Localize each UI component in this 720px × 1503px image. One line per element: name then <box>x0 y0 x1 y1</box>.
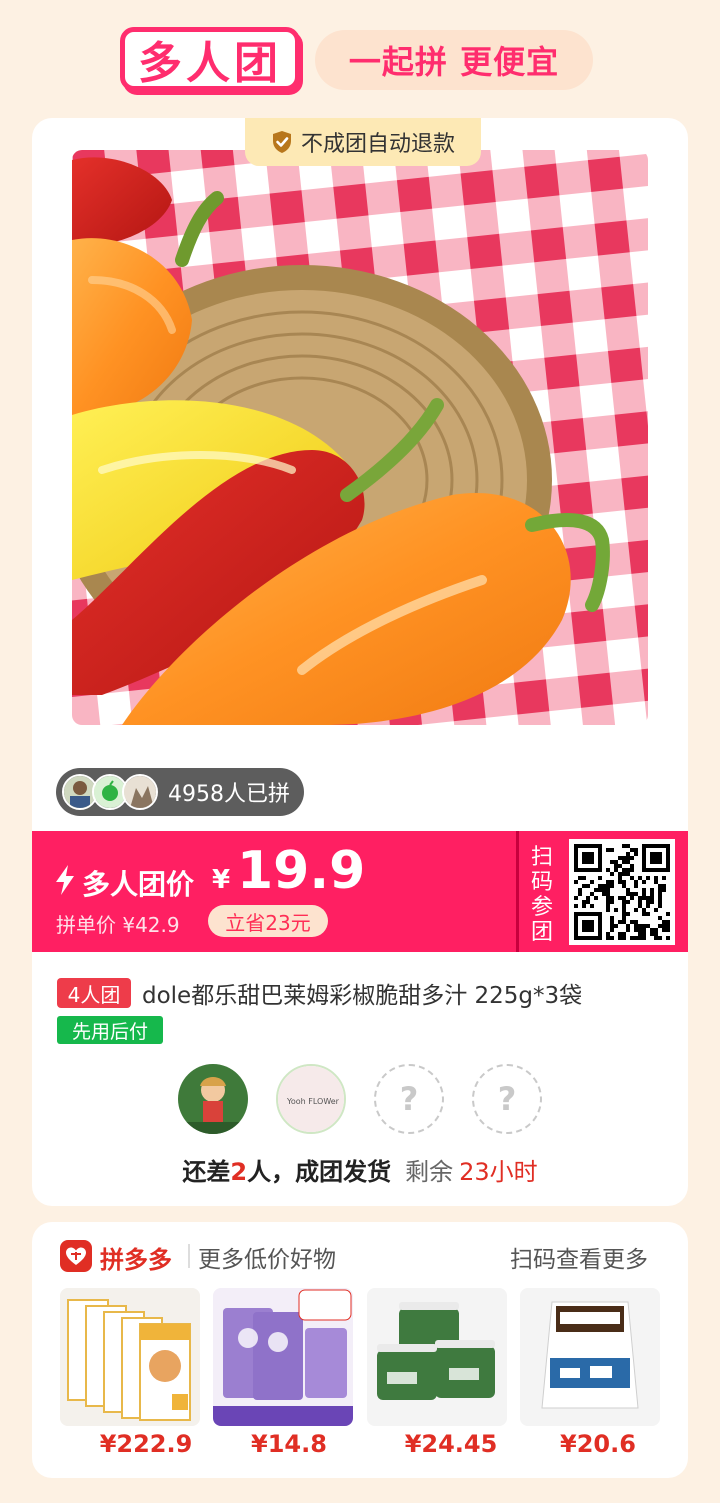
empty-member-slot[interactable]: ? <box>472 1064 542 1134</box>
empty-member-slot[interactable]: ? <box>374 1064 444 1134</box>
group-brand-text: 多人团 <box>138 38 282 89</box>
lightning-icon <box>56 865 74 895</box>
pay-later-tag: 先用后付 <box>57 1016 163 1044</box>
joined-count-pill: 4958人已拼 <box>56 768 304 816</box>
divider <box>188 1244 190 1268</box>
recommended-product[interactable] <box>60 1288 200 1426</box>
product-title[interactable]: dole都乐甜巴莱姆彩椒脆甜多汁 225g*3袋 <box>142 976 582 1010</box>
shield-check-icon <box>272 131 291 153</box>
remaining-time: 23小时 <box>459 1158 538 1186</box>
recommended-product[interactable] <box>213 1288 353 1426</box>
group-price-value: 19.9 <box>237 841 366 901</box>
avatar <box>122 774 158 810</box>
pinduoduo-brand: 拼多多 <box>100 1246 172 1274</box>
scan-to-join-label: 扫码参团 <box>530 845 553 945</box>
slogan-pill: 一起拼 更便宜 <box>315 30 593 90</box>
qr-code[interactable] <box>569 839 675 945</box>
group-status: 还差2人，成团发货 剩余 23小时 <box>0 1152 720 1187</box>
unknown-member-icon: ? <box>399 1080 419 1118</box>
savings-badge: 立省23元 <box>208 905 328 937</box>
member-avatar-text: Yooh FLOWer <box>286 1097 340 1106</box>
recommended-price: ¥14.8 <box>251 1430 327 1458</box>
pinduoduo-logo-icon <box>60 1240 92 1272</box>
peppers-illustration <box>72 150 648 725</box>
refund-tag-text: 不成团自动退款 <box>300 132 455 157</box>
joined-count-text: 4958人已拼 <box>168 782 290 807</box>
price-bar: 多人团价 ¥ 19.9 拼单价 ¥42.9 立省23元 扫码参团 <box>32 831 688 952</box>
unknown-member-icon: ? <box>497 1080 517 1118</box>
group-size-tag: 4人团 <box>57 978 131 1008</box>
slogan-text: 一起拼 更便宜 <box>348 43 560 81</box>
recommended-product[interactable] <box>520 1288 660 1426</box>
status-prefix: 还差 <box>182 1158 231 1186</box>
recommended-price: ¥20.6 <box>560 1430 636 1458</box>
status-count: 2 <box>230 1158 248 1186</box>
price-currency: ¥ <box>212 865 231 895</box>
remaining-label: 剩余 <box>405 1158 454 1186</box>
recommended-product[interactable] <box>367 1288 507 1426</box>
recommended-price: ¥222.9 <box>99 1430 193 1458</box>
single-price: 拼单价 ¥42.9 <box>56 913 180 937</box>
scan-more-link[interactable]: 扫码查看更多 <box>510 1240 648 1274</box>
group-price-label: 多人团价 <box>82 868 195 901</box>
refund-guarantee-tag: 不成团自动退款 <box>245 118 481 166</box>
header: 多人团 一起拼 更便宜 <box>0 0 720 110</box>
member-avatar[interactable]: Yooh FLOWer <box>276 1064 346 1134</box>
recommended-price: ¥24.45 <box>404 1430 498 1458</box>
member-avatar[interactable] <box>178 1064 248 1134</box>
status-suffix: 人，成团发货 <box>247 1158 392 1186</box>
more-deals-text: 更多低价好物 <box>198 1247 336 1273</box>
qr-code-icon <box>574 844 670 940</box>
product-image[interactable] <box>72 150 648 725</box>
price-bar-divider <box>516 831 519 952</box>
group-brand-badge: 多人团 <box>120 27 300 91</box>
